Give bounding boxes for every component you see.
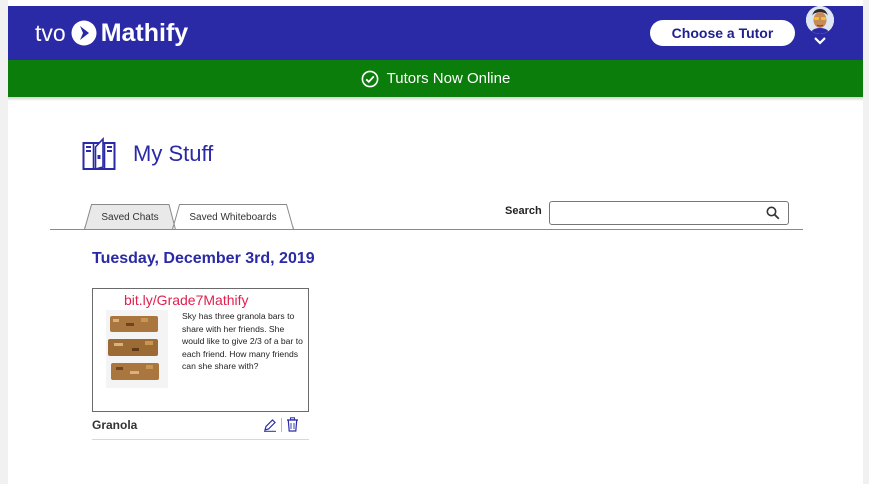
avatar[interactable] [806, 6, 834, 34]
tabs-divider [50, 229, 803, 230]
choose-tutor-button[interactable]: Choose a Tutor [650, 20, 795, 46]
whiteboard-footer: Granola [92, 417, 309, 439]
app-header: tvo Mathify Choose a Tutor [8, 6, 863, 60]
window-frame-right [863, 0, 869, 484]
search-field[interactable] [549, 201, 789, 225]
lockers-icon [82, 137, 116, 171]
logo-mathify-text: Mathify [100, 18, 189, 47]
search-label: Search [505, 205, 542, 217]
avatar-face-icon [806, 6, 834, 34]
logo-tvo-text: tvo [35, 19, 66, 46]
banner-shadow [8, 97, 863, 101]
check-circle-icon [361, 70, 379, 87]
banner-status-text: Tutors Now Online [386, 70, 511, 87]
window-frame-left [0, 0, 8, 484]
search-input[interactable] [556, 202, 766, 224]
tvo-arrow-icon [71, 20, 97, 46]
granola-bars-image [106, 310, 168, 388]
page-title: My Stuff [133, 141, 214, 166]
trash-icon[interactable] [286, 417, 299, 432]
granola-bars-icon [106, 310, 168, 388]
search-icon[interactable] [766, 206, 780, 220]
tvo-mathify-logo[interactable]: tvo Mathify [35, 19, 188, 48]
user-menu[interactable] [806, 6, 836, 48]
whiteboard-name: Granola [92, 418, 138, 432]
pencil-icon[interactable] [263, 418, 277, 432]
tutors-online-banner: Tutors Now Online [8, 60, 863, 97]
date-heading: Tuesday, December 3rd, 2019 [92, 250, 315, 267]
whiteboard-divider [92, 439, 309, 440]
icon-separator [281, 418, 282, 432]
chevron-down-icon[interactable] [814, 37, 826, 45]
whiteboard-card[interactable]: bit.ly/Grade7Mathify Sky has three grano… [92, 288, 309, 412]
page-heading: My Stuff [82, 137, 213, 171]
whiteboard-link[interactable]: bit.ly/Grade7Mathify [124, 292, 249, 308]
whiteboard-problem-text: Sky has three granola bars to share with… [182, 311, 303, 371]
tab-outlines [84, 204, 294, 230]
